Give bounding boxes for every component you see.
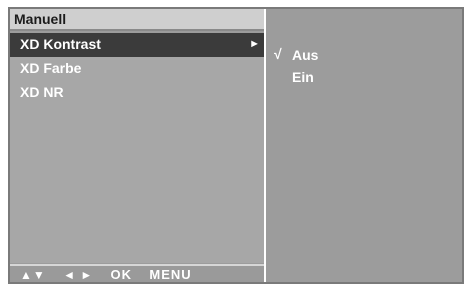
option-ein[interactable]: Ein [268, 66, 462, 88]
osd-menu-window: Manuell XD Kontrast ► XD Farbe XD NR ▲▼ … [8, 7, 464, 284]
menu-title-bar: Manuell [10, 9, 264, 31]
navigation-hint-bar: ▲▼ ◄ ► OK MENU [10, 264, 264, 282]
nav-hints: ▲▼ ◄ ► OK MENU [20, 267, 192, 282]
menu-item-xd-farbe[interactable]: XD Farbe [10, 57, 264, 81]
menu-item-label: XD NR [20, 84, 64, 100]
option-label: Aus [292, 47, 319, 63]
menu-item-label: XD Kontrast [20, 36, 101, 52]
menu-title: Manuell [14, 11, 67, 27]
menu-item-label: XD Farbe [20, 60, 82, 76]
up-down-arrows-icon: ▲▼ [20, 268, 46, 282]
main-menu-panel: Manuell XD Kontrast ► XD Farbe XD NR ▲▼ … [10, 9, 266, 282]
submenu-panel: √ Aus Ein [268, 9, 462, 282]
ok-hint: OK [110, 267, 133, 282]
arrow-right-icon: ► [249, 38, 260, 50]
checkmark-icon: √ [274, 46, 282, 62]
option-label: Ein [292, 69, 314, 85]
menu-list: XD Kontrast ► XD Farbe XD NR [10, 33, 264, 263]
left-right-arrows-icon: ◄ ► [63, 268, 94, 282]
menu-item-xd-nr[interactable]: XD NR [10, 81, 264, 105]
option-aus[interactable]: √ Aus [268, 44, 462, 66]
menu-hint: MENU [149, 267, 192, 282]
menu-item-xd-kontrast[interactable]: XD Kontrast ► [10, 33, 264, 57]
